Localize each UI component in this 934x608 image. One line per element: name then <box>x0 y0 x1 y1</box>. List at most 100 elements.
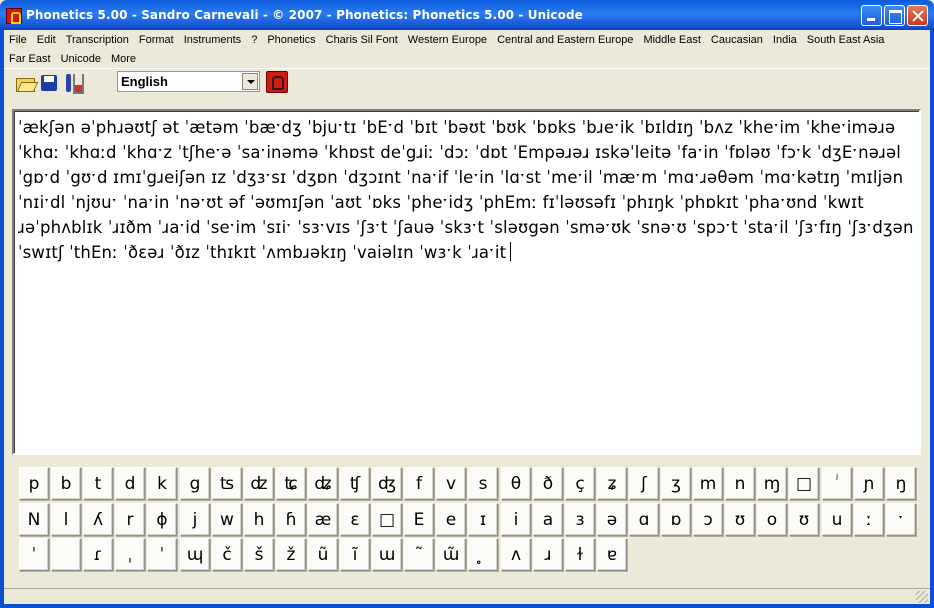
key-1-8[interactable]: ʣ <box>244 467 274 500</box>
key-1-21[interactable]: ʒ <box>661 467 691 500</box>
key-1-19[interactable]: ʑ <box>597 467 627 500</box>
key-2-19[interactable]: ə <box>597 503 627 536</box>
menu-western-europe[interactable]: Western Europe <box>403 32 492 49</box>
key-1-16[interactable]: θ <box>501 467 531 500</box>
transcription-editor[interactable]: ˈækʃən əˈphɹəʊtʃ ət ˈætəm ˈbæˑdʒ ˈbjuˑtɪ… <box>12 109 921 455</box>
key-2-3[interactable]: ʎ <box>83 503 113 536</box>
key-3-5[interactable]: ˈ <box>147 538 177 571</box>
key-2-9[interactable]: ɦ <box>276 503 306 536</box>
key-1-17[interactable]: ð <box>533 467 563 500</box>
key-1-15[interactable]: s <box>468 467 498 500</box>
key-3-15[interactable]: ̥ <box>468 538 498 571</box>
key-1-23[interactable]: n <box>725 467 755 500</box>
menu-file[interactable]: File <box>4 32 32 49</box>
menu-middle-east[interactable]: Middle East <box>638 32 705 49</box>
menu-help[interactable]: ? <box>246 32 262 49</box>
menu-far-east[interactable]: Far East <box>4 51 56 68</box>
key-3-10[interactable]: ũ <box>308 538 338 571</box>
key-3-16[interactable]: ʌ <box>501 538 531 571</box>
key-1-26[interactable]: ʲ <box>822 467 852 500</box>
key-2-15[interactable]: ɪ <box>468 503 498 536</box>
key-2-23[interactable]: ʊ <box>725 503 755 536</box>
key-3-2[interactable] <box>51 538 81 571</box>
key-1-1[interactable]: p <box>19 467 49 500</box>
key-3-7[interactable]: č <box>212 538 242 571</box>
key-3-17[interactable]: ɹ <box>533 538 563 571</box>
record-icon[interactable] <box>266 71 288 93</box>
key-2-4[interactable]: r <box>115 503 145 536</box>
menu-caucasian[interactable]: Caucasian <box>706 32 768 49</box>
key-1-24[interactable]: ɱ <box>757 467 787 500</box>
key-2-21[interactable]: ɒ <box>661 503 691 536</box>
key-1-25[interactable]: □ <box>789 467 819 500</box>
key-2-10[interactable]: æ <box>308 503 338 536</box>
key-1-4[interactable]: d <box>115 467 145 500</box>
key-2-13[interactable]: E <box>404 503 434 536</box>
menu-india[interactable]: India <box>768 32 802 49</box>
key-1-9[interactable]: ʨ <box>276 467 306 500</box>
key-1-3[interactable]: t <box>83 467 113 500</box>
menu-unicode[interactable]: Unicode <box>56 51 106 68</box>
key-1-22[interactable]: m <box>693 467 723 500</box>
key-2-2[interactable]: l <box>51 503 81 536</box>
key-2-6[interactable]: j <box>180 503 210 536</box>
key-3-1[interactable]: ˈ <box>19 538 49 571</box>
key-2-26[interactable]: u <box>822 503 852 536</box>
menu-edit[interactable]: Edit <box>32 32 61 49</box>
key-1-7[interactable]: ʦ <box>212 467 242 500</box>
minimize-button[interactable] <box>861 5 882 26</box>
key-2-11[interactable]: ɛ <box>340 503 370 536</box>
key-2-14[interactable]: e <box>436 503 466 536</box>
key-1-18[interactable]: ç <box>565 467 595 500</box>
key-1-10[interactable]: ʥ <box>308 467 338 500</box>
key-3-18[interactable]: ɫ <box>565 538 595 571</box>
key-2-28[interactable]: ˑ <box>886 503 916 536</box>
key-3-8[interactable]: š <box>244 538 274 571</box>
key-2-27[interactable]: ː <box>854 503 884 536</box>
key-2-22[interactable]: ɔ <box>693 503 723 536</box>
key-1-12[interactable]: ʤ <box>372 467 402 500</box>
key-2-17[interactable]: a <box>533 503 563 536</box>
key-2-1[interactable]: N <box>19 503 49 536</box>
key-2-18[interactable]: ɜ <box>565 503 595 536</box>
tool-icon[interactable] <box>62 72 84 94</box>
key-1-28[interactable]: ŋ <box>886 467 916 500</box>
key-2-12[interactable]: □ <box>372 503 402 536</box>
key-3-6[interactable]: ɰ <box>180 538 210 571</box>
key-2-8[interactable]: h <box>244 503 274 536</box>
key-2-20[interactable]: ɑ <box>629 503 659 536</box>
key-1-5[interactable]: k <box>147 467 177 500</box>
key-2-7[interactable]: w <box>212 503 242 536</box>
menu-phonetics[interactable]: Phonetics <box>262 32 320 49</box>
key-3-11[interactable]: ĩ <box>340 538 370 571</box>
close-button[interactable] <box>907 5 928 26</box>
menu-transcription[interactable]: Transcription <box>61 32 134 49</box>
key-1-11[interactable]: ʧ <box>340 467 370 500</box>
key-1-27[interactable]: ɲ <box>854 467 884 500</box>
menu-charis-sil-font[interactable]: Charis Sil Font <box>321 32 403 49</box>
menu-format[interactable]: Format <box>134 32 179 49</box>
maximize-button[interactable] <box>884 5 905 26</box>
key-1-2[interactable]: b <box>51 467 81 500</box>
menu-more[interactable]: More <box>106 51 141 68</box>
menu-central-eastern-europe[interactable]: Central and Eastern Europe <box>492 32 638 49</box>
key-3-9[interactable]: ž <box>276 538 306 571</box>
language-select[interactable]: English <box>117 71 260 92</box>
menu-south-east-asia[interactable]: South East Asia <box>802 32 890 49</box>
key-3-13[interactable]: ˜ <box>404 538 434 571</box>
menu-instruments[interactable]: Instruments <box>179 32 246 49</box>
key-2-16[interactable]: i <box>501 503 531 536</box>
key-2-25[interactable]: ʊ <box>789 503 819 536</box>
resize-grip-icon[interactable] <box>916 591 928 603</box>
key-1-20[interactable]: ʃ <box>629 467 659 500</box>
key-2-5[interactable]: ɸ <box>147 503 177 536</box>
key-1-14[interactable]: v <box>436 467 466 500</box>
key-3-14[interactable]: ɯ̃ <box>436 538 466 571</box>
save-disk-icon[interactable] <box>38 72 60 94</box>
key-3-19[interactable]: ɐ <box>597 538 627 571</box>
app-icon[interactable] <box>6 8 22 24</box>
chevron-down-icon[interactable] <box>242 73 258 90</box>
key-3-3[interactable]: ɾ <box>83 538 113 571</box>
key-3-4[interactable]: ˌ <box>115 538 145 571</box>
open-folder-icon[interactable] <box>14 72 36 94</box>
